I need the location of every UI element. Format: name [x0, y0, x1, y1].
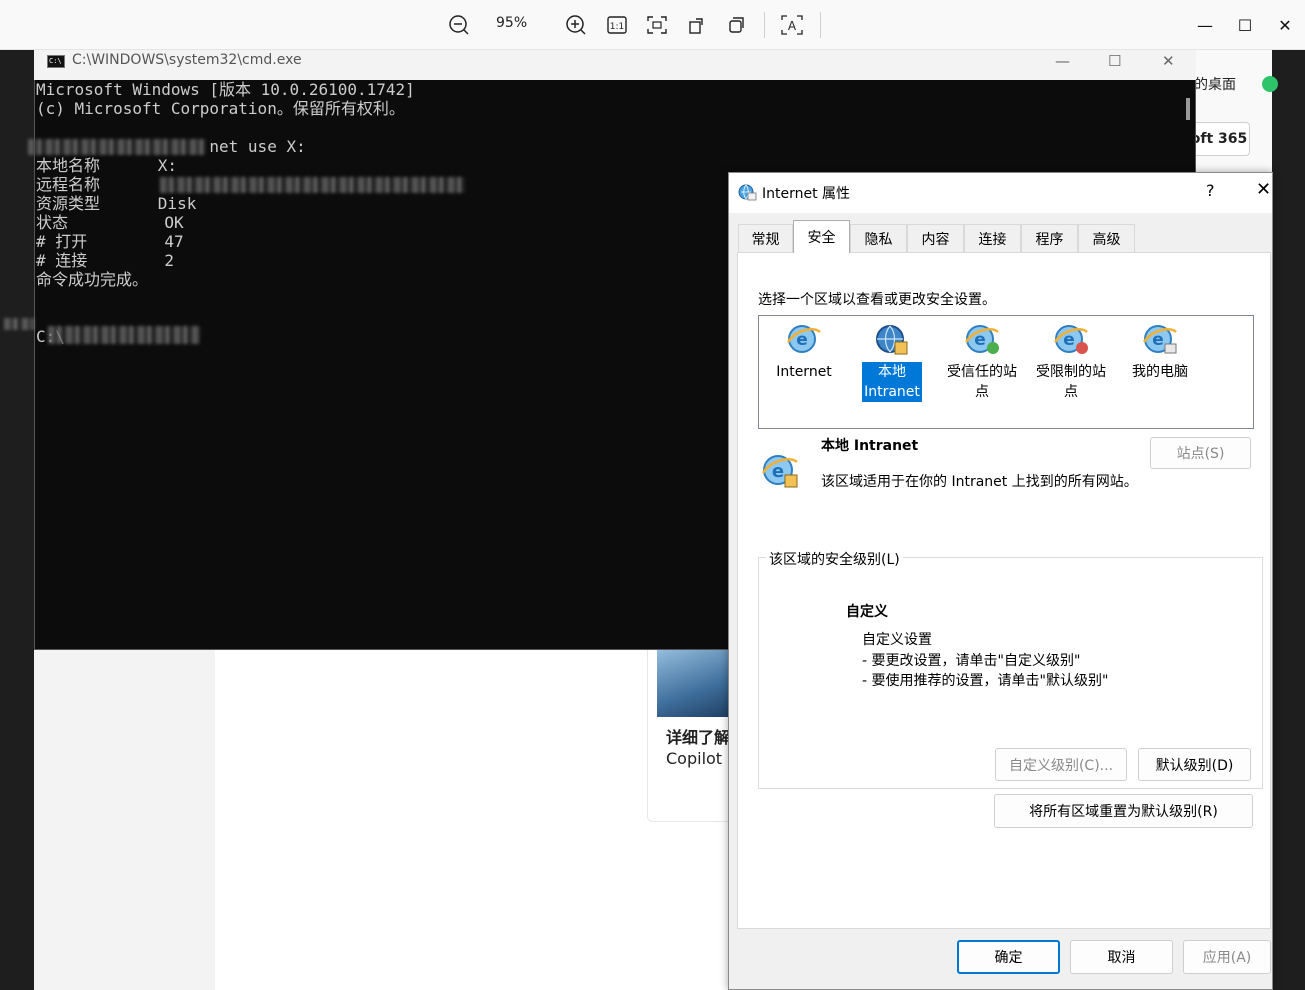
selected-zone-description: 该区域适用于在你的 Intranet 上找到的所有网站。	[821, 474, 1138, 490]
zone-restricted-sites[interactable]: e 受限制的站点	[1031, 320, 1111, 402]
sites-button[interactable]: 站点(S)	[1150, 437, 1251, 469]
redacted-remote-name	[160, 177, 465, 193]
globe-icon: e	[786, 325, 821, 353]
zoom-level[interactable]: 95%	[496, 15, 527, 31]
internet-options-icon	[738, 184, 757, 201]
security-level-name: 自定义	[846, 604, 888, 620]
security-level-desc: - 要更改设置，请单击"自定义级别"	[862, 653, 1081, 669]
reset-all-zones-button[interactable]: 将所有区域重置为默认级别(R)	[994, 794, 1253, 828]
zone-label-line1: 本地	[878, 364, 906, 380]
cmd-scrollbar[interactable]	[1186, 98, 1190, 120]
tab-security[interactable]: 安全	[793, 220, 850, 253]
cmd-output-line: # 连接 2	[36, 251, 174, 270]
restricted-sites-icon: e	[1053, 325, 1088, 354]
zone-label: Internet	[776, 364, 832, 380]
minimize-icon[interactable]: —	[1185, 10, 1225, 40]
security-level-desc: 自定义设置	[862, 632, 932, 648]
zone-label-line2: 点	[1064, 384, 1078, 400]
apply-button[interactable]: 应用(A)	[1183, 940, 1271, 974]
copilot-card-image	[657, 645, 737, 717]
tab-connections[interactable]: 连接	[964, 224, 1021, 252]
copy-icon[interactable]	[722, 10, 752, 40]
fit-to-window-icon[interactable]	[642, 10, 672, 40]
zone-local-intranet[interactable]: 本地 Intranet	[852, 320, 932, 402]
dialog-close-icon[interactable]: ✕	[1256, 179, 1271, 200]
zone-internet[interactable]: e Internet	[764, 320, 844, 382]
security-level-label: 该区域的安全级别(L)	[766, 549, 903, 569]
actual-size-icon[interactable]: 1:1	[602, 10, 632, 40]
rotate-icon[interactable]	[682, 10, 712, 40]
my-computer-zone-icon: e	[1142, 325, 1177, 354]
cmd-output-line: (c) Microsoft Corporation。保留所有权利。	[36, 99, 405, 118]
copilot-card-subtitle: Copilot	[666, 749, 723, 768]
tab-general[interactable]: 常规	[738, 224, 793, 252]
zone-label-line1: 受限制的站	[1036, 364, 1106, 380]
custom-level-button[interactable]: 自定义级别(C)...	[995, 748, 1127, 781]
zone-label-line2: Intranet	[864, 384, 920, 400]
cmd-output-line: 资源类型 Disk	[36, 194, 197, 213]
image-border-right	[1272, 50, 1305, 990]
maximize-icon[interactable]: ☐	[1225, 10, 1265, 40]
cmd-app-icon: C:\	[47, 55, 65, 68]
status-dot-icon	[1262, 76, 1278, 92]
ok-button[interactable]: 确定	[957, 940, 1060, 974]
viewer-toolbar: 95% 1:1 A — ☐ ✕	[0, 0, 1305, 50]
toolbar-divider	[764, 12, 765, 38]
cmd-output-line: 命令成功完成。	[36, 270, 149, 289]
tab-advanced[interactable]: 高级	[1078, 224, 1135, 252]
default-level-button[interactable]: 默认级别(D)	[1138, 748, 1251, 781]
zone-trusted-sites[interactable]: e 受信任的站点	[942, 320, 1022, 402]
cmd-minimize-icon[interactable]: —	[1055, 52, 1070, 70]
svg-text:1:1: 1:1	[610, 22, 624, 32]
m365-button[interactable]: oft 365	[1188, 122, 1250, 156]
redacted-path	[28, 139, 206, 155]
selected-zone-icon: e	[761, 455, 798, 488]
zoom-out-icon[interactable]	[444, 10, 474, 40]
intranet-globe-icon	[876, 325, 908, 355]
ocr-text-icon[interactable]: A	[777, 10, 807, 40]
copilot-card-title: 详细了解	[666, 728, 731, 747]
selected-zone-name: 本地 Intranet	[821, 438, 919, 454]
trusted-sites-icon: e	[964, 325, 999, 354]
zone-prompt: 选择一个区域以查看或更改安全设置。	[758, 292, 996, 308]
help-icon[interactable]: ?	[1206, 181, 1215, 200]
svg-text:A: A	[788, 19, 797, 33]
zoom-in-icon[interactable]	[561, 10, 591, 40]
desktop-label: 的桌面	[1194, 77, 1236, 93]
zone-label-line2: 点	[975, 384, 989, 400]
cmd-title: C:\WINDOWS\system32\cmd.exe	[72, 52, 302, 68]
redacted-fragment	[4, 318, 34, 330]
zone-my-computer[interactable]: e 我的电脑	[1120, 320, 1200, 382]
dialog-title: Internet 属性	[762, 186, 851, 202]
cmd-close-icon[interactable]: ✕	[1162, 52, 1175, 70]
cmd-output-line: 状态 OK	[36, 213, 184, 232]
security-level-desc: - 要使用推荐的设置，请单击"默认级别"	[862, 673, 1109, 689]
cmd-output-line: # 打开 47	[36, 232, 184, 251]
zone-label: 我的电脑	[1132, 364, 1188, 380]
zone-label-line1: 受信任的站	[947, 364, 1017, 380]
tab-content[interactable]: 内容	[907, 224, 964, 252]
redacted-prompt	[48, 326, 200, 344]
zone-label-selected: 本地 Intranet	[862, 362, 922, 402]
cmd-maximize-icon[interactable]: ☐	[1108, 52, 1121, 70]
tab-programs[interactable]: 程序	[1021, 224, 1078, 252]
close-icon[interactable]: ✕	[1265, 10, 1305, 40]
cmd-output-line: 本地名称 X:	[36, 156, 178, 175]
toolbar-divider	[820, 12, 821, 38]
image-border-left	[0, 50, 34, 990]
tab-privacy[interactable]: 隐私	[850, 224, 907, 252]
cmd-output-line: 远程名称	[36, 175, 101, 194]
cmd-output-line: Microsoft Windows [版本 10.0.26100.1742]	[36, 80, 415, 99]
cancel-button[interactable]: 取消	[1070, 940, 1173, 974]
